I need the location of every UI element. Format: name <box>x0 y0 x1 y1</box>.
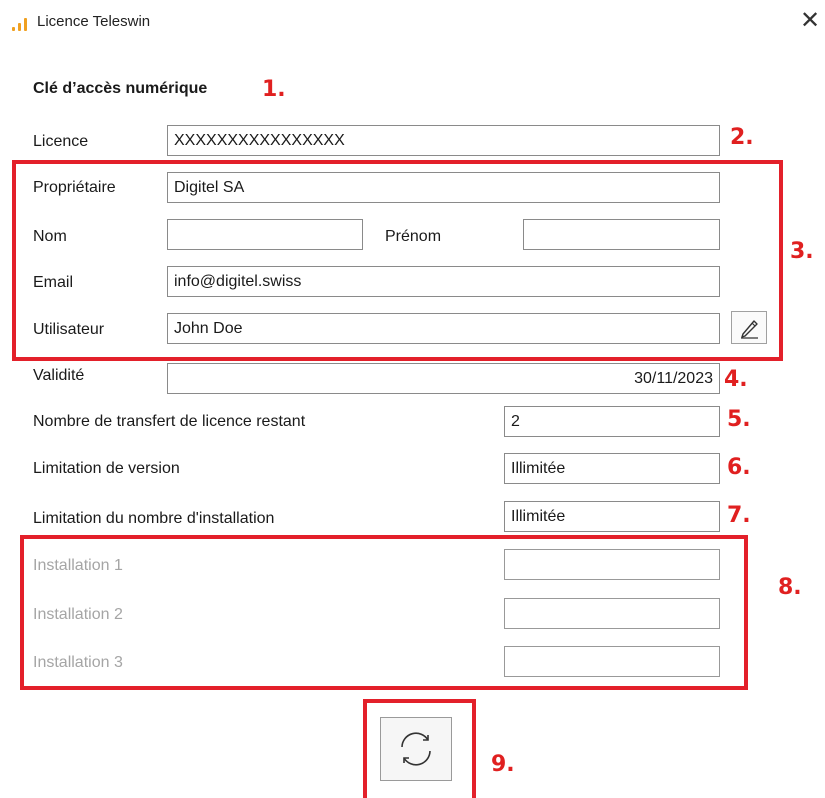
proprietaire-field[interactable]: Digitel SA <box>167 172 720 203</box>
email-label: Email <box>33 274 74 291</box>
validite-field[interactable]: 30/11/2023 <box>167 363 720 394</box>
installation-2-field[interactable] <box>504 598 720 629</box>
version-label: Limitation de version <box>33 460 180 477</box>
installation-limit-field[interactable]: Illimitée <box>504 501 720 532</box>
marker-9: 9. <box>491 752 515 777</box>
nom-label: Nom <box>33 228 67 245</box>
app-logo-icon <box>12 17 32 31</box>
email-field[interactable]: info@digitel.swiss <box>167 266 720 297</box>
proprietaire-label: Propriétaire <box>33 179 116 196</box>
window-title: Licence Teleswin <box>37 13 151 30</box>
marker-6: 6. <box>727 455 751 480</box>
transferts-label: Nombre de transfert de licence restant <box>33 413 306 430</box>
marker-5: 5. <box>727 407 751 432</box>
installation-2-label: Installation 2 <box>33 606 123 623</box>
edit-user-button[interactable] <box>731 311 767 344</box>
utilisateur-label: Utilisateur <box>33 321 105 338</box>
installation-1-field[interactable] <box>504 549 720 580</box>
marker-1: 1. <box>262 77 286 102</box>
installation-limit-label: Limitation du nombre d'installation <box>33 510 275 527</box>
licence-field[interactable]: XXXXXXXXXXXXXXXX <box>167 125 720 156</box>
version-field[interactable]: Illimitée <box>504 453 720 484</box>
pencil-icon <box>741 319 758 339</box>
marker-2: 2. <box>730 125 754 150</box>
refresh-button[interactable] <box>380 717 452 781</box>
marker-7: 7. <box>727 503 751 528</box>
section-title: Clé d’accès numérique <box>33 80 208 97</box>
marker-8: 8. <box>778 575 802 600</box>
prenom-label: Prénom <box>385 228 442 245</box>
installation-3-field[interactable] <box>504 646 720 677</box>
installation-1-label: Installation 1 <box>33 557 123 574</box>
validite-label: Validité <box>33 367 85 384</box>
nom-field[interactable] <box>167 219 363 250</box>
close-icon[interactable]: ✕ <box>800 9 820 33</box>
installation-3-label: Installation 3 <box>33 654 123 671</box>
refresh-icon <box>401 732 431 766</box>
licence-label: Licence <box>33 133 89 150</box>
utilisateur-field[interactable]: John Doe <box>167 313 720 344</box>
prenom-field[interactable] <box>523 219 720 250</box>
transferts-field[interactable]: 2 <box>504 406 720 437</box>
marker-3: 3. <box>790 239 814 264</box>
marker-4: 4. <box>724 367 748 392</box>
